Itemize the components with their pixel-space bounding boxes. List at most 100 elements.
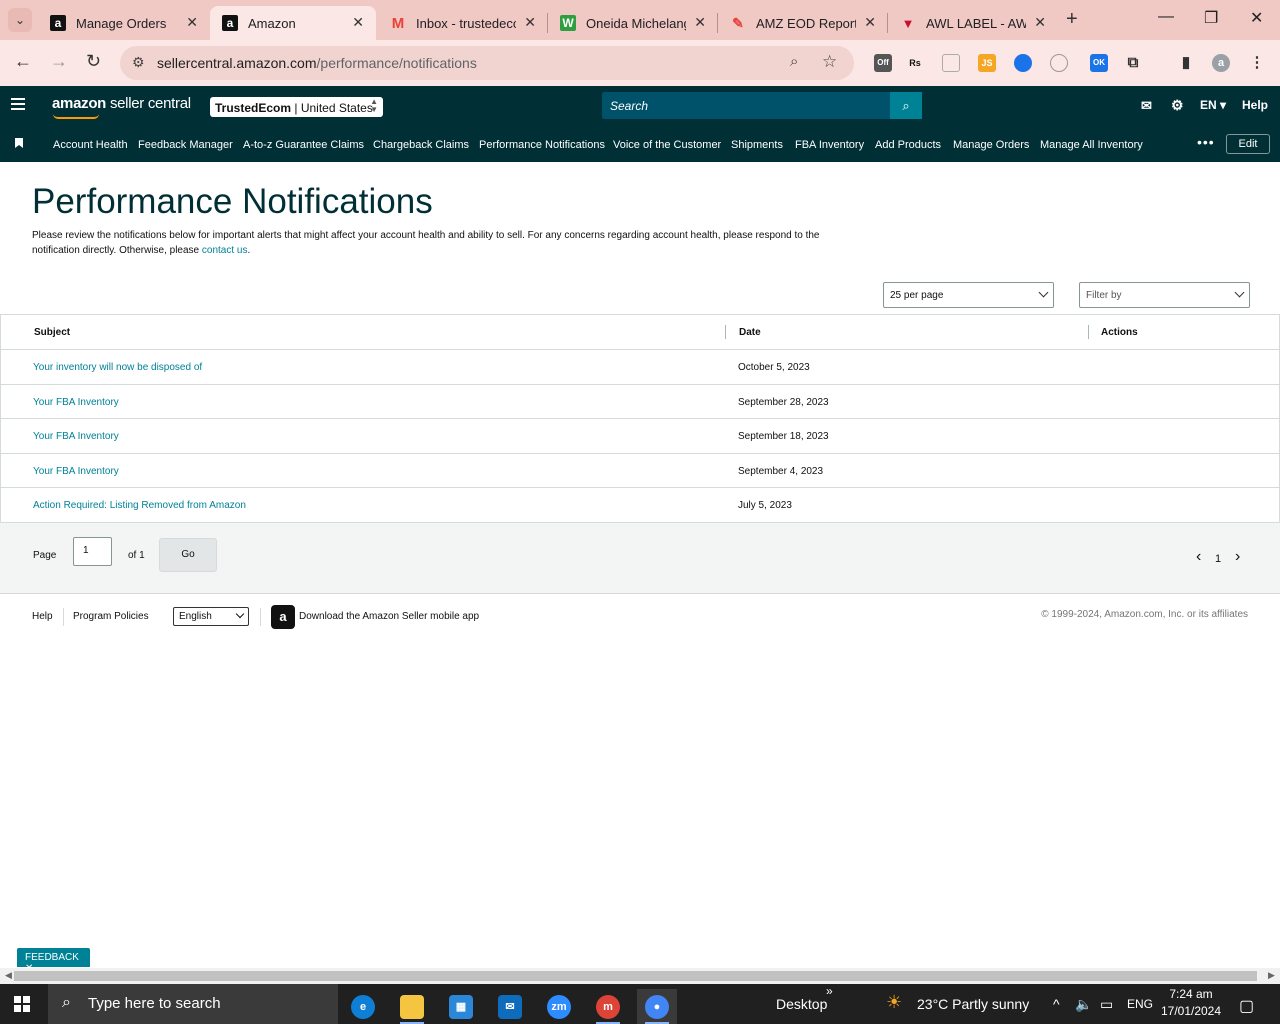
notification-subject-link[interactable]: Your FBA Inventory [33,466,119,477]
download-app-link[interactable]: Download the Amazon Seller mobile app [299,611,479,622]
chevron-left-icon[interactable]: ‹ [1196,548,1201,566]
reload-icon[interactable]: ↻ [86,51,101,72]
more-icon[interactable]: ••• [1197,134,1215,150]
tab-awl-label[interactable]: ▼ AWL LABEL - AWL ✕ [888,6,1058,40]
column-divider[interactable] [725,325,726,339]
close-icon[interactable]: ✕ [186,14,198,31]
seller-central-logo[interactable]: amazon seller central [52,95,191,112]
settings-gear-icon[interactable]: ⚙ [1171,97,1184,114]
close-icon[interactable]: ✕ [352,14,364,31]
window-close-icon[interactable]: ✕ [1250,8,1263,28]
browser-menu-icon[interactable]: ⋮ [1248,54,1266,72]
taskbar-clock[interactable]: 7:24 am 17/01/2024 [1160,986,1222,1020]
file-explorer-taskbar-icon[interactable] [392,989,432,1024]
input-language[interactable]: ENG [1127,997,1153,1011]
help-link[interactable]: Help [1242,98,1268,112]
notification-subject-link[interactable]: Your FBA Inventory [33,397,119,408]
store-taskbar-icon[interactable]: ▦ [441,989,481,1024]
url-omnibox[interactable]: ⚙ sellercentral.amazon.com/performance/n… [120,46,854,80]
nav-voice-of-customer[interactable]: Voice of the Customer [613,139,721,151]
amazon-app-icon[interactable]: a [271,605,295,629]
column-header-date[interactable]: Date [739,327,761,338]
nav-manage-orders[interactable]: Manage Orders [953,139,1029,151]
profile-avatar[interactable]: a [1212,54,1230,72]
site-settings-icon[interactable]: ⚙ [132,54,145,71]
column-divider[interactable] [1088,325,1089,339]
ok-extension-icon[interactable]: OK [1090,54,1108,72]
chrome-taskbar-icon[interactable]: ● [637,989,677,1024]
zoom-icon[interactable]: ⌕ [790,53,798,70]
close-icon[interactable]: ✕ [524,14,536,31]
horizontal-scrollbar[interactable]: ◀ ▶ [0,968,1280,984]
scroll-right-icon[interactable]: ▶ [1268,970,1275,981]
footer-language-select[interactable]: English [173,607,249,626]
scrollbar-thumb[interactable] [14,971,1257,981]
page-number-input[interactable]: 1 [73,537,112,566]
scroll-left-icon[interactable]: ◀ [5,970,12,981]
nav-manage-all-inventory[interactable]: Manage All Inventory [1040,139,1143,151]
hamburger-menu-icon[interactable] [11,98,25,112]
filter-select[interactable]: Filter by [1079,282,1250,308]
notification-subject-link[interactable]: Your inventory will now be disposed of [33,362,202,373]
back-icon[interactable]: ← [14,51,32,72]
column-header-subject[interactable]: Subject [34,327,70,338]
forward-icon[interactable]: → [50,51,68,72]
language-selector[interactable]: EN ▾ [1200,98,1226,112]
bookmark-star-icon[interactable]: ☆ [822,52,837,72]
speaker-icon[interactable]: 🔈 [1075,996,1092,1013]
minimize-icon[interactable]: — [1158,8,1174,26]
restore-icon[interactable]: ❐ [1204,8,1218,28]
chevron-right-icon[interactable]: › [1235,548,1240,566]
zoom-taskbar-icon[interactable]: zm [539,989,579,1024]
tray-chevron-up-icon[interactable]: ^ [1053,996,1060,1012]
nav-account-health[interactable]: Account Health [53,139,128,151]
windows-start-icon[interactable] [14,996,30,1012]
bookmark-icon[interactable] [15,138,23,148]
per-page-select[interactable]: 25 per page [883,282,1054,308]
side-panel-icon[interactable]: ▮ [1177,54,1195,72]
new-tab-icon[interactable]: + [1066,8,1078,31]
edit-button[interactable]: Edit [1226,134,1270,154]
nav-feedback-manager[interactable]: Feedback Manager [138,139,233,151]
extensions-puzzle-icon[interactable]: ⧉ [1124,54,1142,72]
extension-icon-6[interactable] [1050,54,1068,72]
tab-amz-eod-report[interactable]: ✎ AMZ EOD Report ✕ [718,6,888,40]
contact-us-link[interactable]: contact us [202,245,248,256]
close-icon[interactable]: ✕ [1034,14,1046,31]
weather-icon[interactable]: ☀ [886,992,902,1013]
nav-performance-notifications[interactable]: Performance Notifications [479,139,605,151]
search-input[interactable]: Search [602,92,892,119]
tab-search-icon[interactable]: ⌄ [8,8,32,32]
notification-subject-link[interactable]: Your FBA Inventory [33,431,119,442]
current-page-number[interactable]: 1 [1215,553,1221,565]
chrome-profile-taskbar-icon[interactable]: m [588,989,628,1024]
search-icon[interactable]: ⌕ [890,92,922,119]
footer-program-policies-link[interactable]: Program Policies [73,611,149,622]
close-icon[interactable]: ✕ [694,14,706,31]
off-extension-icon[interactable]: Off [874,54,892,72]
mail-icon[interactable]: ✉ [1141,98,1152,114]
mail-taskbar-icon[interactable]: ✉ [490,989,530,1024]
tab-gmail-inbox[interactable]: M Inbox - trustedeco ✕ [378,6,548,40]
feedback-button[interactable]: FEEDBACK ✕ [17,948,90,974]
rs-extension-icon[interactable]: Rs [906,54,924,72]
tab-oneida[interactable]: W Oneida Michelang ✕ [548,6,718,40]
nav-chargeback-claims[interactable]: Chargeback Claims [373,139,469,151]
go-button[interactable]: Go [159,538,217,572]
nav-a-to-z-claims[interactable]: A-to-z Guarantee Claims [243,139,364,151]
nav-fba-inventory[interactable]: FBA Inventory [795,139,864,151]
desktop-toolbar[interactable]: Desktop [776,996,827,1012]
chevron-double-icon[interactable]: » [826,984,833,998]
taskbar-search-input[interactable]: ⌕ Type here to search [48,984,338,1024]
close-icon[interactable]: ✕ [864,14,876,31]
nav-shipments[interactable]: Shipments [731,139,783,151]
edge-taskbar-icon[interactable]: e [343,989,383,1024]
account-switcher[interactable]: TrustedEcom | United States ▲ ▼ [210,97,383,117]
notifications-icon[interactable]: ▢ [1239,996,1254,1016]
tab-manage-orders[interactable]: a Manage Orders ✕ [38,6,210,40]
tab-amazon[interactable]: a Amazon ✕ [210,6,376,40]
nav-add-products[interactable]: Add Products [875,139,941,151]
extension-icon-3[interactable] [942,54,960,72]
network-icon[interactable]: ▭ [1100,996,1113,1013]
footer-help-link[interactable]: Help [32,611,53,622]
